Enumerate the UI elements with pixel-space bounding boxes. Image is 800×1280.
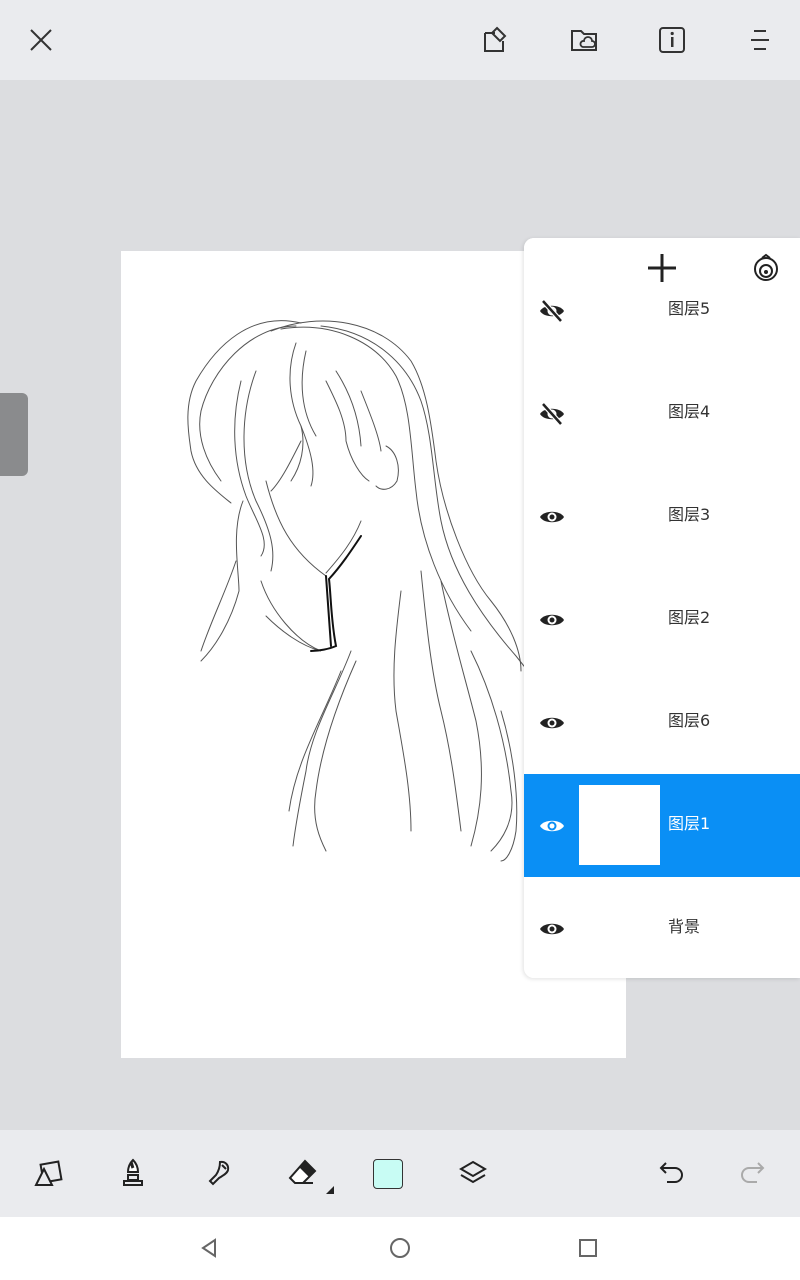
layer-thumbnail[interactable]: [579, 294, 660, 350]
side-panel-handle[interactable]: [0, 393, 28, 476]
close-button[interactable]: [19, 18, 63, 62]
shapes-button[interactable]: [25, 1150, 71, 1196]
eraser-button[interactable]: [280, 1150, 334, 1196]
edit-canvas-button[interactable]: [474, 18, 518, 62]
layers-button[interactable]: [450, 1150, 496, 1196]
eye-off-icon[interactable]: [538, 400, 566, 428]
undo-icon: [659, 1162, 683, 1183]
smudge-button[interactable]: [195, 1150, 241, 1196]
layer-thumbnail[interactable]: [579, 373, 660, 453]
blend-mode-icon[interactable]: [750, 252, 782, 284]
layers-icon: [459, 1160, 487, 1184]
layer-row[interactable]: 图层6: [524, 671, 800, 775]
layers-list: 图层5 图层4 图层3 图层2 图层6 图层1 背景: [524, 294, 800, 978]
layer-row[interactable]: 图层4: [524, 362, 800, 466]
layers-panel: 图层5 图层4 图层3 图层2 图层6 图层1 背景: [524, 238, 800, 978]
back-icon[interactable]: [197, 1235, 223, 1261]
recents-icon[interactable]: [575, 1235, 601, 1261]
layer-thumbnail[interactable]: [579, 476, 660, 556]
bottom-toolbar: [0, 1130, 800, 1217]
layer-row[interactable]: 图层2: [524, 568, 800, 672]
eye-icon[interactable]: [538, 503, 566, 531]
layer-thumbnail[interactable]: [579, 682, 660, 762]
redo-icon: [741, 1162, 765, 1183]
brush-button[interactable]: [110, 1150, 156, 1196]
close-icon: [30, 29, 52, 51]
eye-icon[interactable]: [538, 812, 566, 840]
layer-thumbnail[interactable]: [579, 888, 660, 968]
eye-icon[interactable]: [538, 606, 566, 634]
eye-icon[interactable]: [538, 915, 566, 943]
layer-row[interactable]: 图层5: [524, 294, 800, 363]
layer-name: 图层2: [668, 608, 711, 627]
info-button[interactable]: [650, 18, 694, 62]
layer-name: 图层4: [668, 402, 711, 421]
layer-row[interactable]: 图层3: [524, 465, 800, 569]
system-nav-bar: [0, 1217, 800, 1280]
layers-panel-header: [524, 238, 800, 294]
smudge-icon: [208, 1160, 230, 1186]
undo-button[interactable]: [649, 1150, 695, 1196]
plus-icon[interactable]: [642, 248, 682, 288]
cloud-folder-button[interactable]: [562, 18, 606, 62]
home-icon[interactable]: [387, 1235, 413, 1261]
edit-canvas-icon: [484, 26, 507, 52]
menu-button[interactable]: [738, 18, 782, 62]
brush-icon: [123, 1158, 143, 1186]
cloud-folder-icon: [571, 30, 597, 51]
layer-thumbnail[interactable]: [579, 579, 660, 659]
layer-row[interactable]: 图层1: [524, 774, 800, 878]
layer-thumbnail[interactable]: [579, 785, 660, 865]
eye-off-icon[interactable]: [538, 297, 566, 325]
layer-name: 图层3: [668, 505, 711, 524]
layer-name: 图层1: [668, 814, 711, 833]
submenu-triangle-icon: [326, 1186, 334, 1194]
color-swatch[interactable]: [373, 1159, 403, 1189]
info-icon: [659, 27, 685, 53]
layer-name: 图层5: [668, 299, 711, 318]
menu-icon: [751, 30, 769, 50]
redo-button[interactable]: [729, 1150, 775, 1196]
layer-name: 图层6: [668, 711, 711, 730]
top-toolbar: [0, 0, 800, 80]
eraser-icon: [288, 1159, 317, 1184]
eye-icon[interactable]: [538, 709, 566, 737]
layer-name: 背景: [668, 917, 701, 936]
shapes-icon: [34, 1160, 63, 1186]
layer-row[interactable]: 背景: [524, 877, 800, 978]
